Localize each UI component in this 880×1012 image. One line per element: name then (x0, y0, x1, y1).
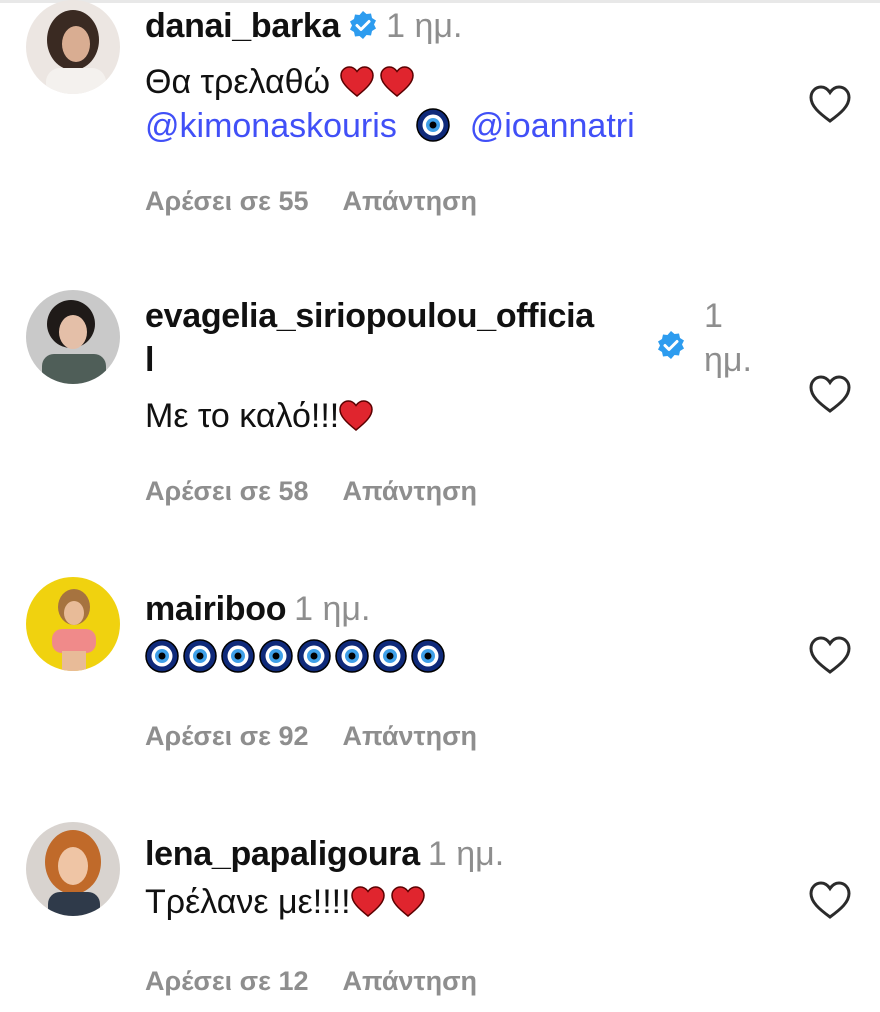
nazar-eye-emoji (411, 639, 445, 673)
nazar-emoji-row (145, 635, 477, 679)
like-count[interactable]: Αρέσει σε 92 (145, 721, 309, 751)
reply-button[interactable]: Απάντηση (343, 476, 478, 506)
verified-badge-icon (350, 11, 377, 39)
reply-button[interactable]: Απάντηση (343, 721, 478, 751)
reply-button[interactable]: Απάντηση (343, 186, 478, 216)
red-heart-emoji (339, 66, 374, 97)
comment-username[interactable]: danai_barka (145, 7, 340, 45)
nazar-eye-emoji (373, 639, 407, 673)
comment-username[interactable]: lena_papaligoura (145, 835, 420, 873)
red-heart-emoji (390, 886, 425, 917)
avatar[interactable] (26, 290, 120, 384)
heart-outline-icon[interactable] (808, 880, 852, 920)
comment-text: Θα τρελαθώ (145, 63, 331, 101)
nazar-eye-emoji (221, 639, 255, 673)
heart-outline-icon[interactable] (808, 635, 852, 675)
avatar[interactable] (26, 577, 120, 671)
heart-outline-icon[interactable] (808, 374, 852, 414)
reply-button[interactable]: Απάντηση (343, 966, 478, 996)
red-heart-emoji (379, 66, 414, 97)
mention-link[interactable]: @ioannatri (470, 107, 635, 145)
avatar[interactable] (26, 0, 120, 94)
comment-time-continuation: ημ. (704, 341, 752, 379)
red-heart-emoji (350, 886, 385, 917)
comment-text: Με το καλό!!! (145, 397, 340, 435)
nazar-eye-emoji (335, 639, 369, 673)
avatar[interactable] (26, 822, 120, 916)
mention-link[interactable]: @kimonaskouris (145, 107, 397, 145)
comment-username-continuation[interactable]: l (145, 341, 154, 379)
verified-badge-icon (658, 331, 684, 359)
heart-outline-icon[interactable] (808, 84, 852, 124)
like-count[interactable]: Αρέσει σε 55 (145, 186, 309, 216)
red-heart-emoji (339, 400, 373, 431)
like-count[interactable]: Αρέσει σε 58 (145, 476, 309, 506)
comment-username[interactable]: mairiboo (145, 590, 286, 628)
nazar-eye-emoji (297, 639, 331, 673)
nazar-eye-emoji (145, 639, 179, 673)
nazar-eye-emoji (416, 108, 451, 142)
comment-time: 1 (704, 297, 723, 335)
comment-time: 1 ημ. (427, 835, 505, 873)
like-count[interactable]: Αρέσει σε 12 (145, 966, 309, 996)
comment-username[interactable]: evagelia_siriopoulou_officia (145, 297, 594, 335)
nazar-eye-emoji (183, 639, 217, 673)
top-divider (0, 0, 880, 3)
comment-text: Τρέλανε με!!!! (145, 883, 351, 921)
nazar-eye-emoji (259, 639, 293, 673)
comment-time: 1 ημ. (294, 590, 371, 628)
comment-time: 1 ημ. (386, 7, 463, 45)
